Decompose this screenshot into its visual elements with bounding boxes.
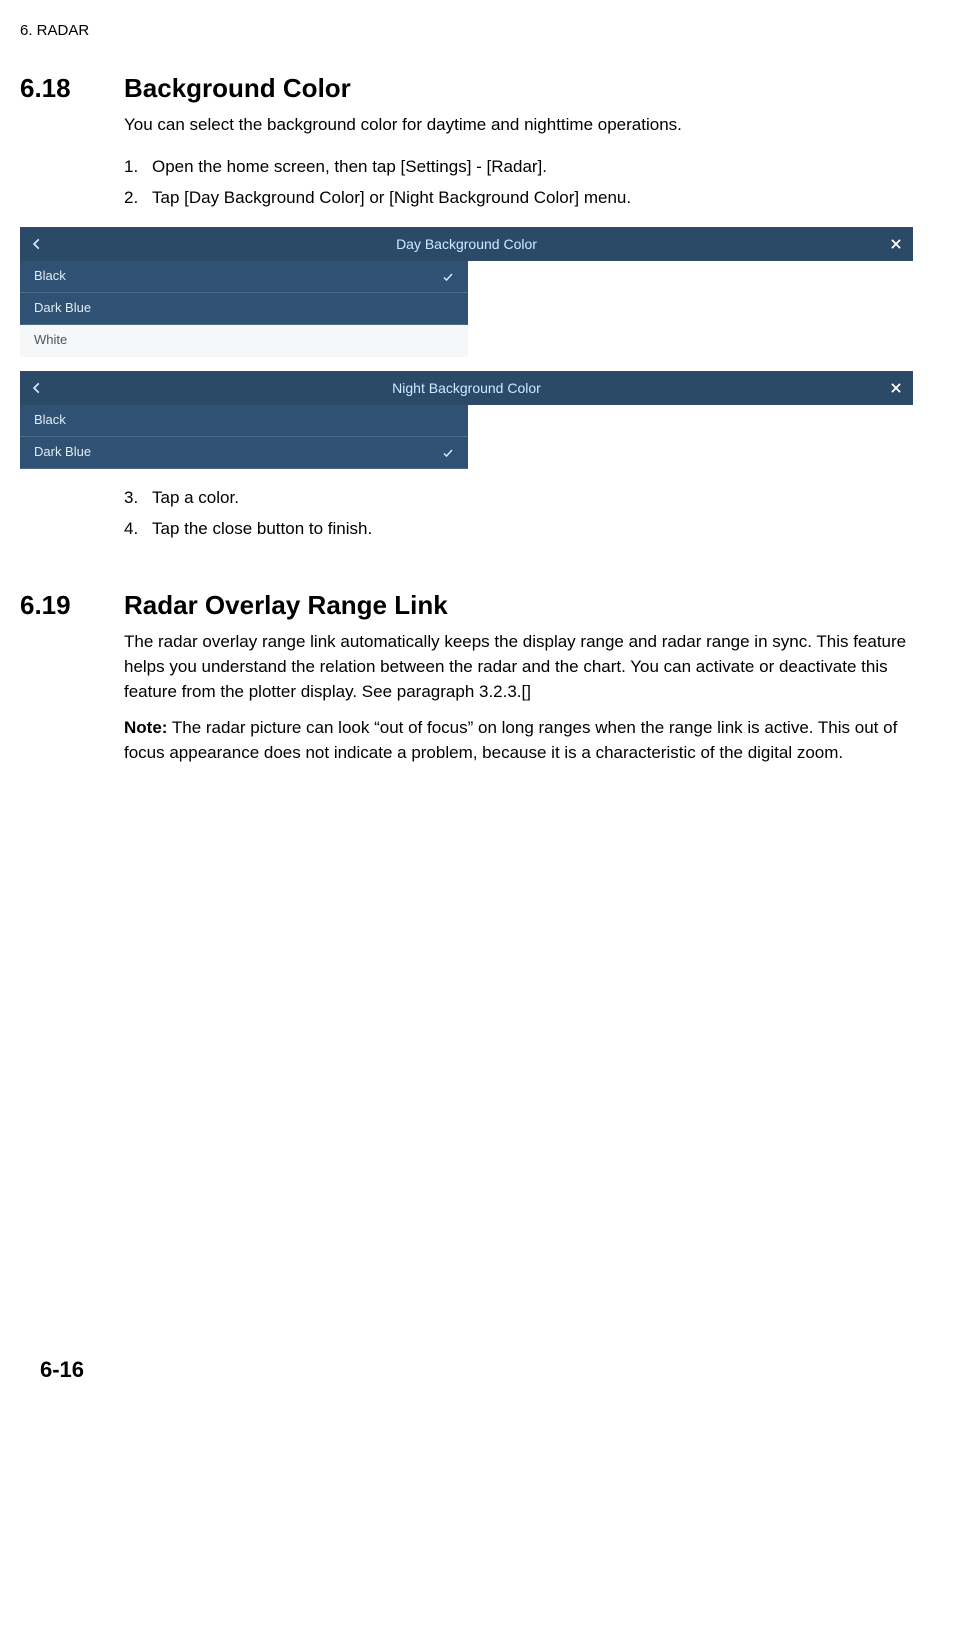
step-item: Tap a color. — [124, 486, 913, 511]
menu-option-darkblue[interactable]: Dark Blue — [20, 437, 468, 469]
menu-option-label: Dark Blue — [34, 299, 91, 318]
back-icon[interactable] — [30, 237, 44, 251]
menu-option-label: White — [34, 331, 67, 350]
menu-list: Black Dark Blue White — [20, 261, 468, 357]
menu-option-black[interactable]: Black — [20, 405, 468, 437]
close-icon[interactable] — [889, 237, 903, 251]
page-header: 6. RADAR — [20, 20, 913, 42]
section-title: Background Color — [124, 70, 351, 108]
check-icon — [442, 447, 454, 459]
menu-option-white[interactable]: White — [20, 325, 468, 357]
section-619-note: Note: The radar picture can look “out of… — [124, 716, 913, 765]
page-number: 6-16 — [40, 1354, 84, 1386]
section-number: 6.18 — [20, 70, 100, 108]
section-number: 6.19 — [20, 587, 100, 625]
section-618-intro: You can select the background color for … — [124, 113, 913, 138]
menu-list: Black Dark Blue — [20, 405, 468, 469]
figure-day-bg-color: Day Background Color Black Dark Blue Whi… — [20, 227, 913, 357]
menu-option-label: Black — [34, 411, 66, 430]
section-618-steps-a: Open the home screen, then tap [Settings… — [124, 155, 913, 210]
menu-title: Day Background Color — [44, 234, 889, 254]
menu-option-label: Black — [34, 267, 66, 286]
figure-night-bg-color: Night Background Color Black Dark Blue — [20, 371, 913, 469]
menu-titlebar: Night Background Color — [20, 371, 913, 405]
section-619-body: The radar overlay range link automatical… — [124, 630, 913, 704]
step-item: Open the home screen, then tap [Settings… — [124, 155, 913, 180]
step-item: Tap [Day Background Color] or [Night Bac… — [124, 186, 913, 211]
back-icon[interactable] — [30, 381, 44, 395]
note-label: Note: — [124, 718, 167, 737]
menu-titlebar: Day Background Color — [20, 227, 913, 261]
section-heading-618: 6.18 Background Color — [20, 70, 913, 108]
menu-title: Night Background Color — [44, 378, 889, 398]
menu-option-label: Dark Blue — [34, 443, 91, 462]
menu-option-darkblue[interactable]: Dark Blue — [20, 293, 468, 325]
check-icon — [442, 271, 454, 283]
note-body: The radar picture can look “out of focus… — [124, 718, 897, 762]
section-618-steps-b: Tap a color. Tap the close button to fin… — [124, 486, 913, 541]
menu-option-black[interactable]: Black — [20, 261, 468, 293]
section-title: Radar Overlay Range Link — [124, 587, 448, 625]
step-item: Tap the close button to finish. — [124, 517, 913, 542]
section-heading-619: 6.19 Radar Overlay Range Link — [20, 587, 913, 625]
close-icon[interactable] — [889, 381, 903, 395]
